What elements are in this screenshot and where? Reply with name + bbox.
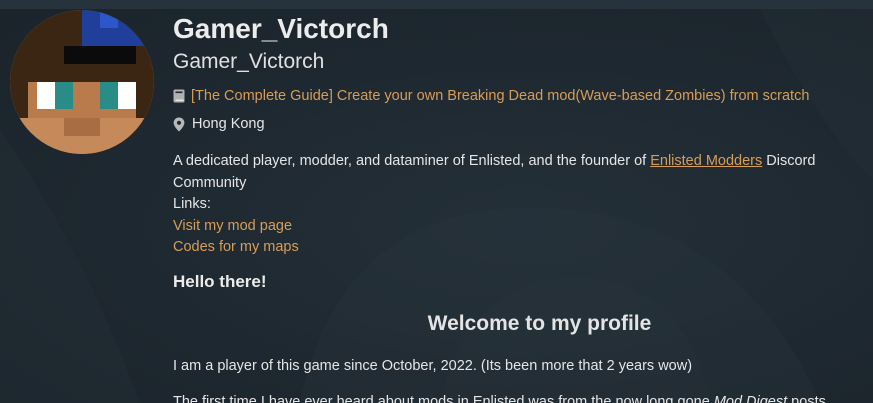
location: Hong Kong (173, 115, 265, 133)
paragraph-mods-suffix: posts (787, 394, 826, 403)
location-text: Hong Kong (192, 116, 265, 132)
paragraph-mods: The first time I have ever heard about m… (173, 394, 826, 403)
hello-heading: Hello there! (173, 272, 267, 291)
bio-links: Links: Visit my mod page Codes for my ma… (173, 194, 299, 259)
display-name: Gamer_Victorch (173, 50, 325, 73)
username-heading: Gamer_Victorch (173, 13, 389, 44)
profile-page: Gamer_Victorch Gamer_Victorch [The Compl… (0, 9, 873, 403)
enlisted-modders-link[interactable]: Enlisted Modders (650, 153, 762, 169)
avatar[interactable] (10, 10, 154, 154)
map-pin-icon (173, 117, 185, 131)
mod-page-link[interactable]: Visit my mod page (173, 218, 292, 234)
bio-intro: A dedicated player, modder, and datamine… (173, 151, 863, 194)
featured-topic-link[interactable]: [The Complete Guide] Create your own Bre… (191, 88, 809, 104)
welcome-heading: Welcome to my profile (427, 312, 652, 335)
mod-digest-text: Mod Digest (713, 394, 788, 403)
map-codes-link[interactable]: Codes for my maps (173, 239, 299, 255)
featured-topic: [The Complete Guide] Create your own Bre… (173, 87, 809, 105)
book-icon (173, 89, 185, 103)
paragraph-intro: I am a player of this game since October… (173, 358, 693, 374)
top-strip (0, 0, 873, 9)
bio-intro-text: A dedicated player, modder, and datamine… (173, 153, 651, 169)
links-heading: Links: (173, 196, 211, 212)
paragraph-mods-text: The first time I have ever heard about m… (173, 394, 714, 403)
avatar-image (10, 10, 154, 154)
